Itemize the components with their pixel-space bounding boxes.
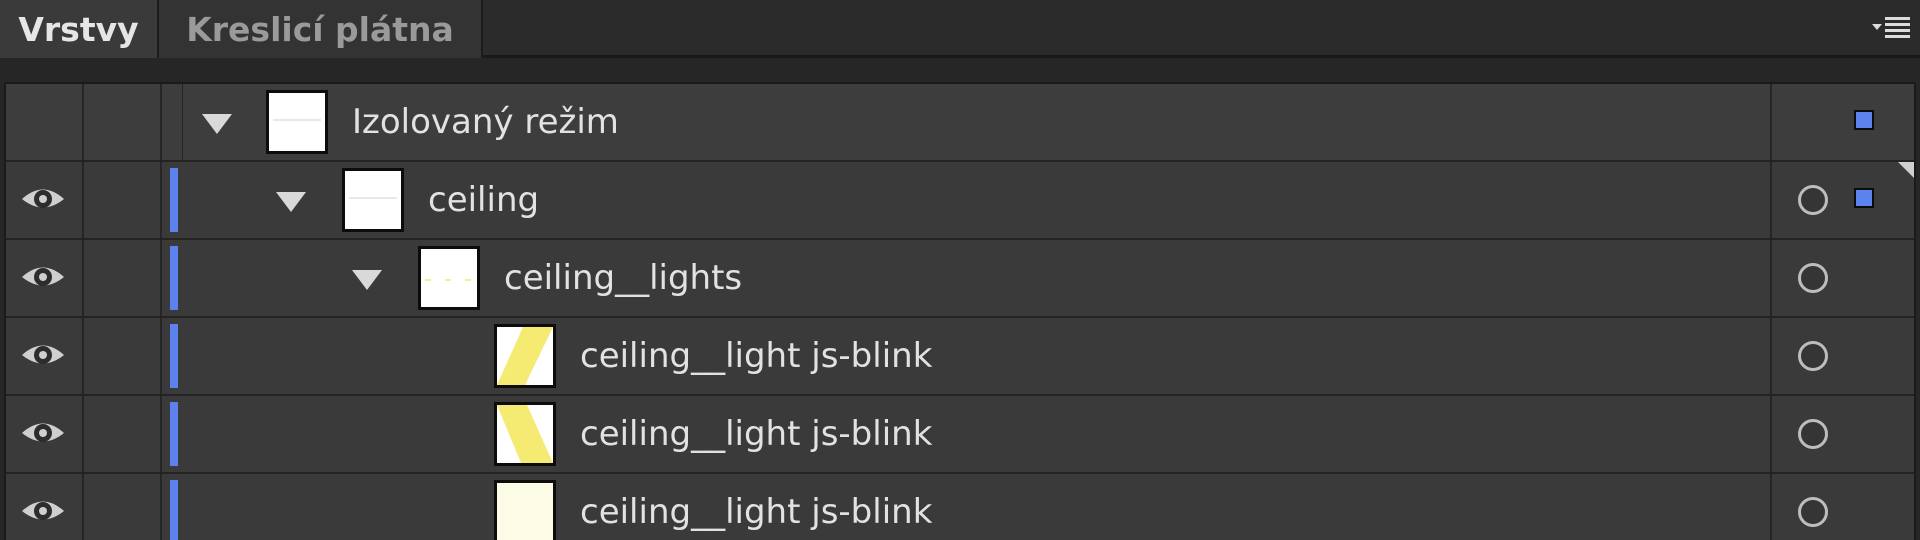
selection-square-icon[interactable] [1854,188,1874,208]
layer-row-ceiling[interactable]: ceiling [6,162,1914,240]
layer-color-bar [170,168,178,232]
disclosure-triangle-icon[interactable] [202,114,232,134]
layer-thumbnail [266,90,328,154]
target-circle-icon[interactable] [1798,263,1828,293]
layer-color-bar [170,402,178,466]
layer-row-isolation-mode[interactable]: Izolovaný režim [6,84,1914,162]
tab-layers[interactable]: Vrstvy [0,0,157,58]
eye-icon[interactable] [20,494,66,528]
panel-tab-bar: Vrstvy Kreslicí plátna [0,0,1920,58]
layer-color-bar [170,480,178,540]
disclosure-triangle-icon[interactable] [352,270,382,290]
layer-row-ceiling-light-2[interactable]: ceiling__light js-blink [6,396,1914,474]
eye-icon[interactable] [20,260,66,294]
layers-panel: Izolovaný režim ceiling ceiling__lights … [4,82,1916,540]
eye-icon[interactable] [20,182,66,216]
layer-name[interactable]: Izolovaný režim [352,102,619,142]
target-circle-icon[interactable] [1798,341,1828,371]
layer-row-ceiling-light-3[interactable]: ceiling__light js-blink [6,474,1914,540]
disclosure-triangle-icon[interactable] [276,192,306,212]
target-circle-icon[interactable] [1798,419,1828,449]
layer-name[interactable]: ceiling [428,180,539,220]
layer-color-bar [170,246,178,310]
layer-thumbnail [342,168,404,232]
layer-thumbnail [418,246,480,310]
panel-menu-icon[interactable] [1872,14,1912,44]
layer-thumbnail [494,480,556,540]
layer-thumbnail [494,402,556,466]
selection-square-icon[interactable] [1854,110,1874,130]
eye-icon[interactable] [20,338,66,372]
eye-icon[interactable] [20,416,66,450]
layer-name[interactable]: ceiling__light js-blink [580,414,932,454]
layer-thumbnail [494,324,556,388]
selection-corner-indicator [1898,162,1914,178]
layer-name[interactable]: ceiling__light js-blink [580,336,932,376]
tab-artboards[interactable]: Kreslicí plátna [157,0,483,58]
layer-name[interactable]: ceiling__lights [504,258,742,298]
layer-row-ceiling-lights[interactable]: ceiling__lights [6,240,1914,318]
target-circle-icon[interactable] [1798,497,1828,527]
layer-row-ceiling-light-1[interactable]: ceiling__light js-blink [6,318,1914,396]
layer-name[interactable]: ceiling__light js-blink [580,492,932,532]
target-circle-icon[interactable] [1798,185,1828,215]
layer-color-bar [170,324,178,388]
